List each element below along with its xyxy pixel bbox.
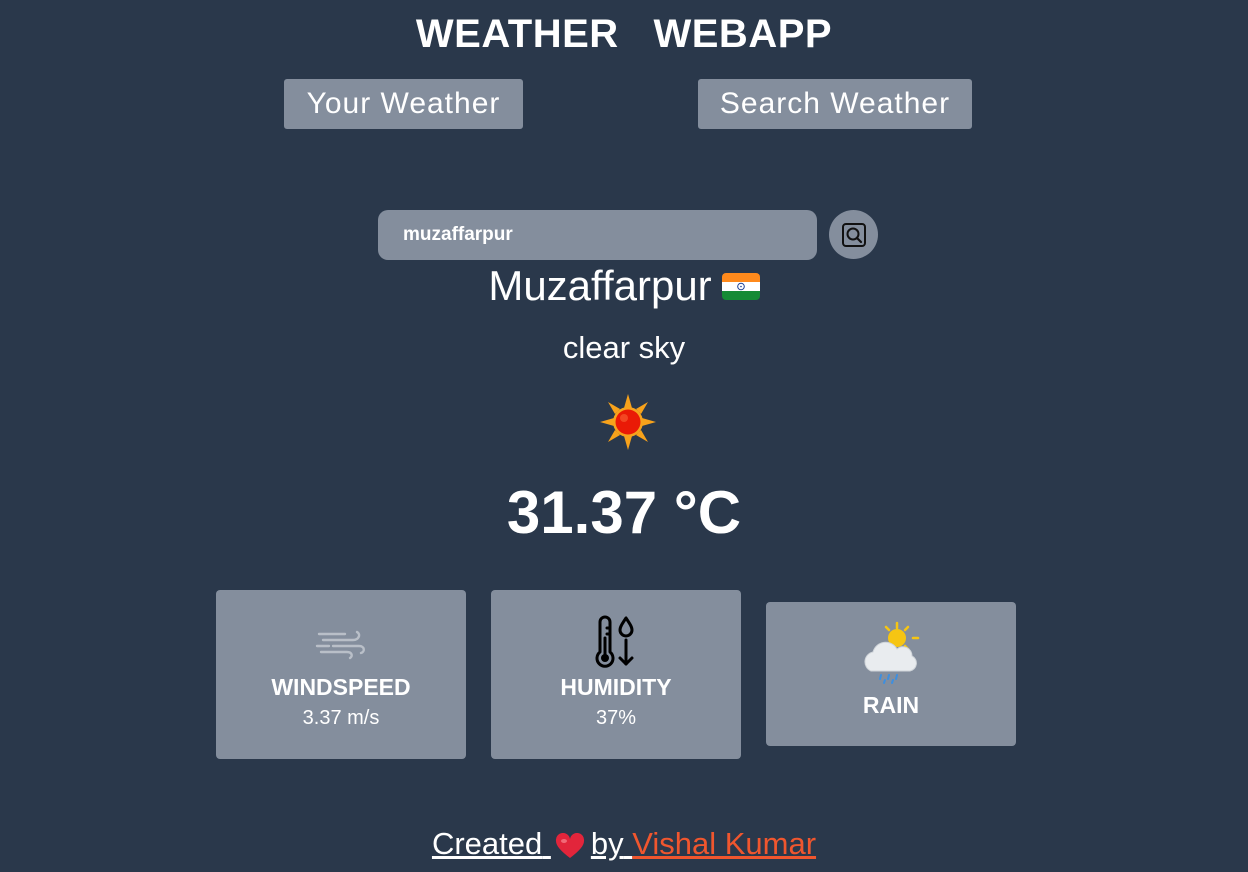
weather-app: WEATHER WEBAPP Your Weather Search Weath… — [0, 0, 1248, 872]
rain-label: RAIN — [862, 692, 920, 718]
footer-credit: Created by Vishal Kumar — [0, 826, 1248, 862]
your-weather-tab[interactable]: Your Weather — [284, 79, 523, 129]
search-weather-tab[interactable]: Search Weather — [698, 79, 972, 129]
humidity-value: 37% — [595, 707, 637, 729]
weather-description: clear sky — [562, 330, 686, 365]
city-row: Muzaffarpur — [0, 262, 1248, 310]
app-title: WEATHER WEBAPP — [415, 12, 833, 56]
windspeed-label: WINDSPEED — [271, 674, 411, 700]
windspeed-value: 3.37 m/s — [302, 707, 380, 729]
humidity-label: HUMIDITY — [560, 674, 672, 700]
city-name: Muzaffarpur — [488, 262, 712, 309]
heart-icon — [555, 832, 584, 858]
rain-card: RAIN — [766, 602, 1016, 746]
thermometer-humidity-icon — [595, 615, 634, 668]
wind-icon — [315, 630, 365, 660]
windspeed-card: WINDSPEED 3.37 m/s — [216, 590, 466, 759]
temperature: 31.37 °C — [506, 479, 742, 546]
by-text: by — [590, 826, 624, 861]
city-search-input[interactable]: muzaffarpur — [378, 210, 817, 260]
created-text: Created — [431, 826, 543, 861]
author-link[interactable]: Vishal Kumar — [632, 826, 816, 861]
india-flag-icon — [721, 272, 760, 300]
sun-icon — [600, 394, 656, 450]
search-button[interactable] — [829, 210, 878, 259]
sun-cloud-rain-icon — [864, 621, 920, 684]
humidity-card: HUMIDITY 37% — [491, 590, 741, 759]
search-icon — [841, 222, 866, 247]
